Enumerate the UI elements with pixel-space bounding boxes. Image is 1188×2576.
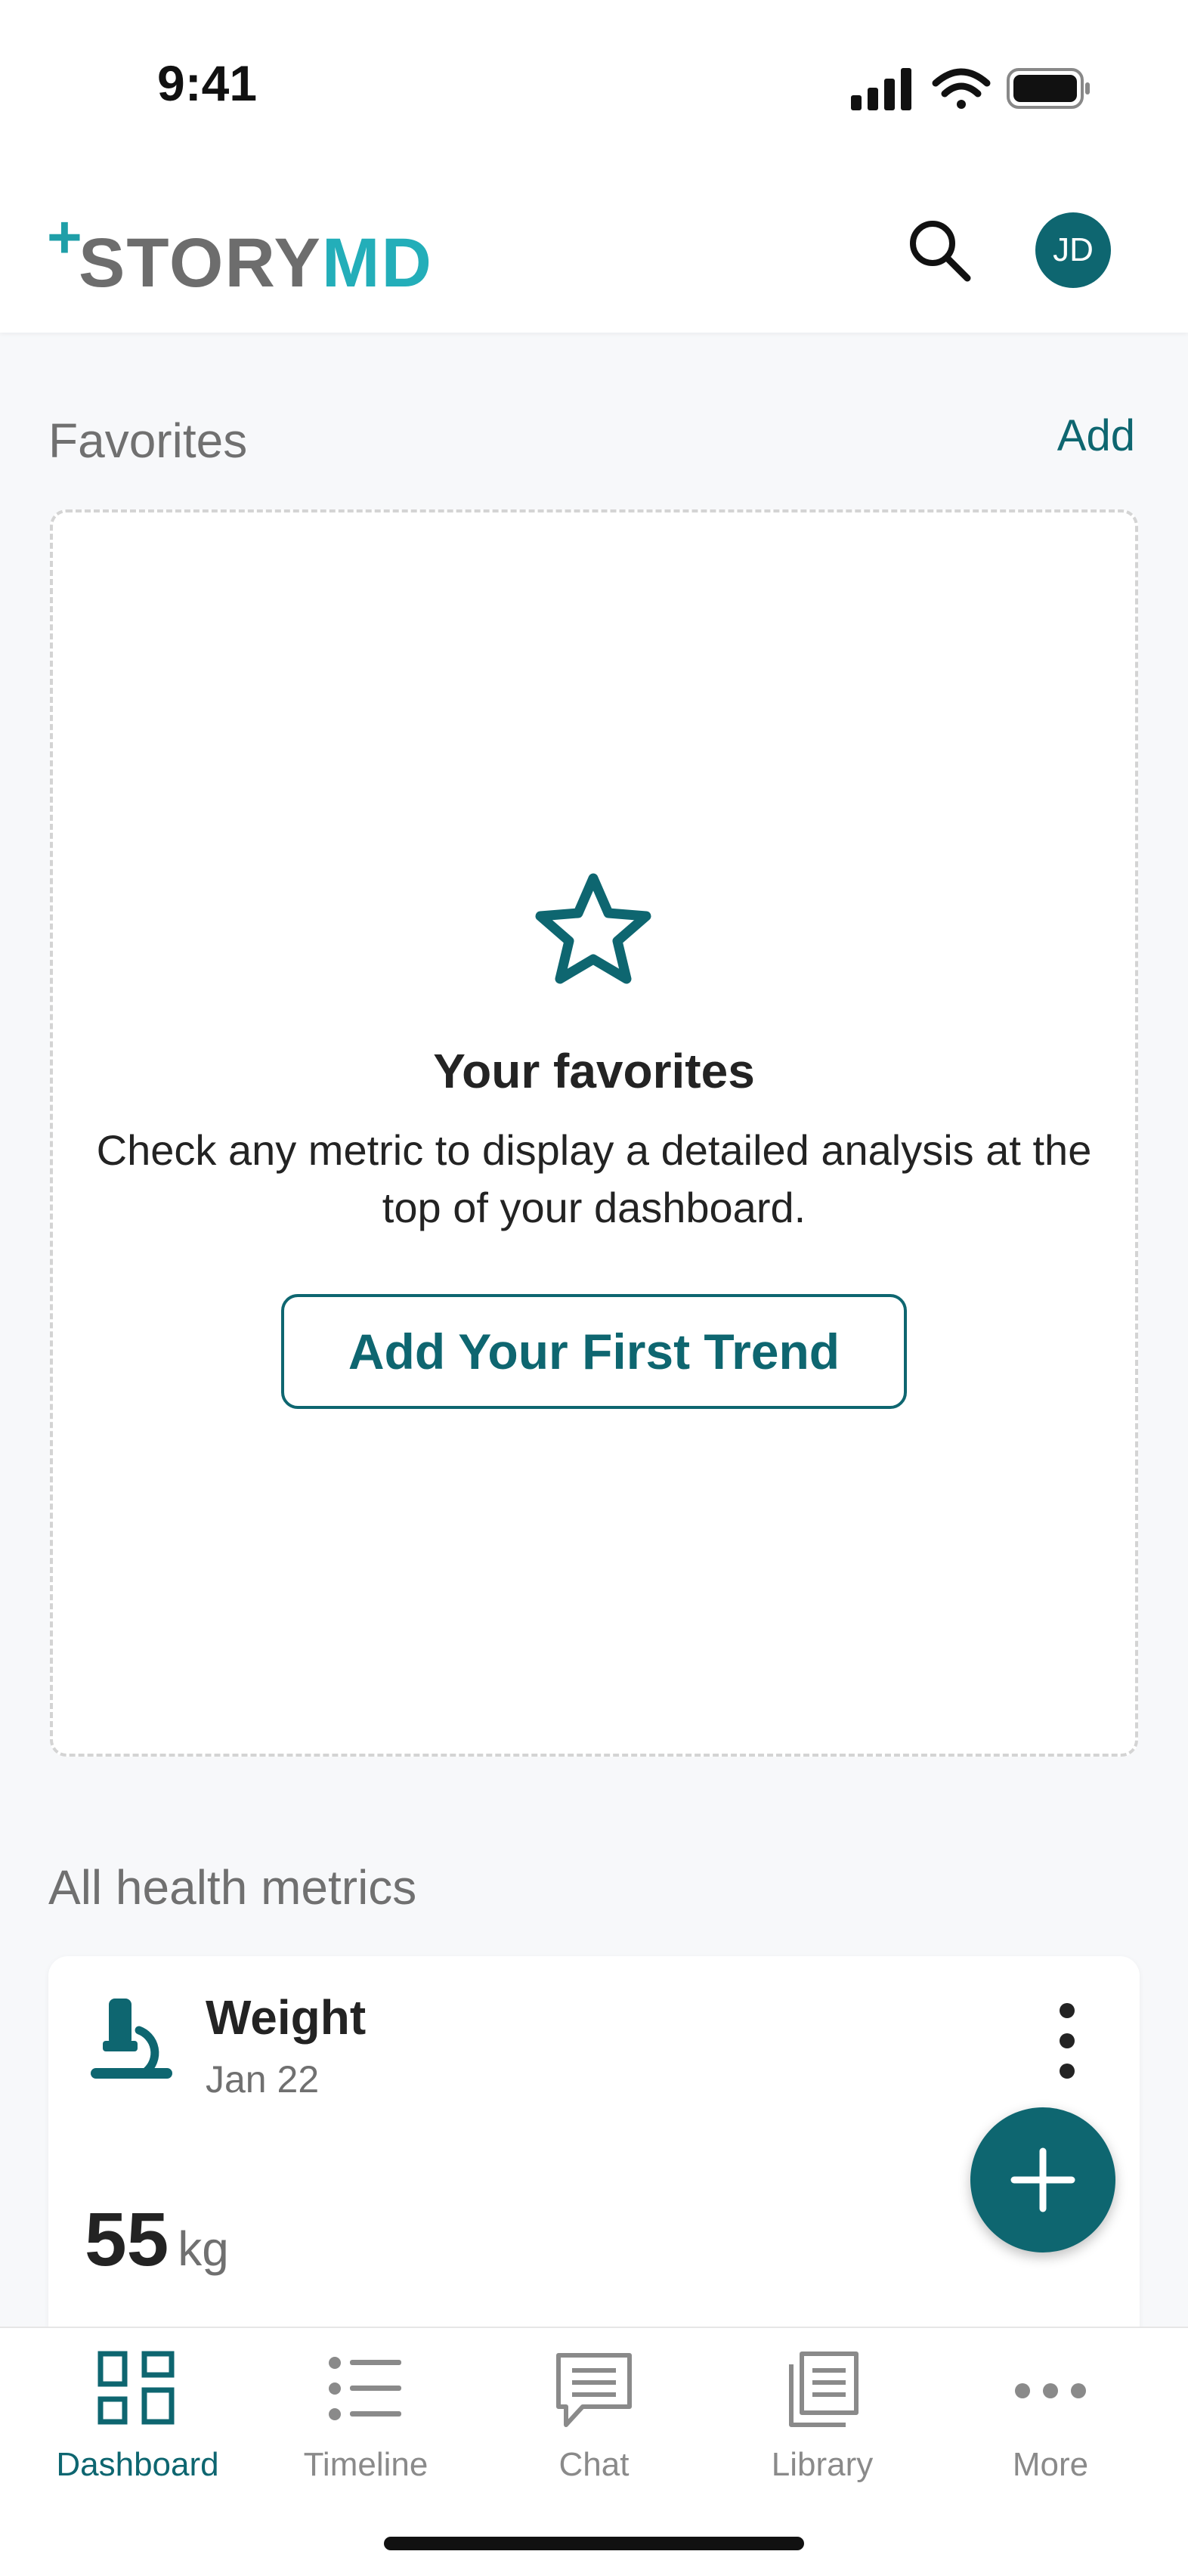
tab-dashboard[interactable]: Dashboard: [24, 2349, 251, 2493]
tab-label: Library: [771, 2446, 874, 2483]
logo-wordmark: STORYMD: [79, 224, 433, 302]
app-header: 9:41 + STORYMD JD: [0, 0, 1188, 333]
add-fab-button[interactable]: [970, 2107, 1115, 2252]
logo-plus: +: [47, 203, 82, 271]
metric-date: Jan 22: [206, 2058, 320, 2101]
tab-timeline[interactable]: Timeline: [252, 2349, 479, 2493]
status-time: 9:41: [157, 55, 258, 111]
chat-icon: [556, 2353, 632, 2427]
home-indicator: [384, 2537, 804, 2550]
tab-label: Chat: [558, 2446, 630, 2483]
list-icon: [329, 2357, 401, 2420]
metric-unit: kg: [178, 2221, 229, 2276]
storymd-logo: + STORYMD: [47, 203, 470, 299]
tab-label: Dashboard: [56, 2446, 219, 2483]
avatar[interactable]: JD: [1035, 212, 1111, 288]
favorites-empty-description: Check any metric to display a detailed a…: [96, 1126, 1092, 1231]
favorites-empty-heading: Your favorites: [433, 1044, 755, 1098]
favorites-title: Favorites: [48, 413, 248, 468]
wifi-icon: [932, 68, 991, 109]
tab-label: More: [1012, 2446, 1089, 2483]
tab-chat[interactable]: Chat: [481, 2349, 707, 2493]
more-vertical-icon[interactable]: [1044, 1997, 1090, 2088]
metric-name: Weight: [206, 1990, 367, 2045]
library-icon: [789, 2352, 859, 2427]
tab-more[interactable]: More: [937, 2349, 1164, 2493]
status-icons: [851, 68, 1090, 110]
tab-library[interactable]: Library: [709, 2349, 936, 2493]
more-icon: [1015, 2383, 1086, 2398]
battery-icon: [1007, 68, 1090, 109]
plus-icon: [1010, 2147, 1075, 2212]
signal-icon: [851, 68, 911, 110]
favorites-add-link[interactable]: Add: [1057, 410, 1135, 461]
dashboard-icon: [97, 2351, 175, 2425]
search-icon[interactable]: [904, 215, 975, 286]
microscope-icon: [91, 1999, 172, 2079]
metric-value: 55 kg: [85, 2197, 229, 2282]
add-first-trend-button[interactable]: Add Your First Trend: [281, 1294, 907, 1409]
all-health-metrics-title: All health metrics: [48, 1860, 417, 1915]
star-icon: [535, 873, 651, 984]
tab-label: Timeline: [303, 2446, 428, 2483]
